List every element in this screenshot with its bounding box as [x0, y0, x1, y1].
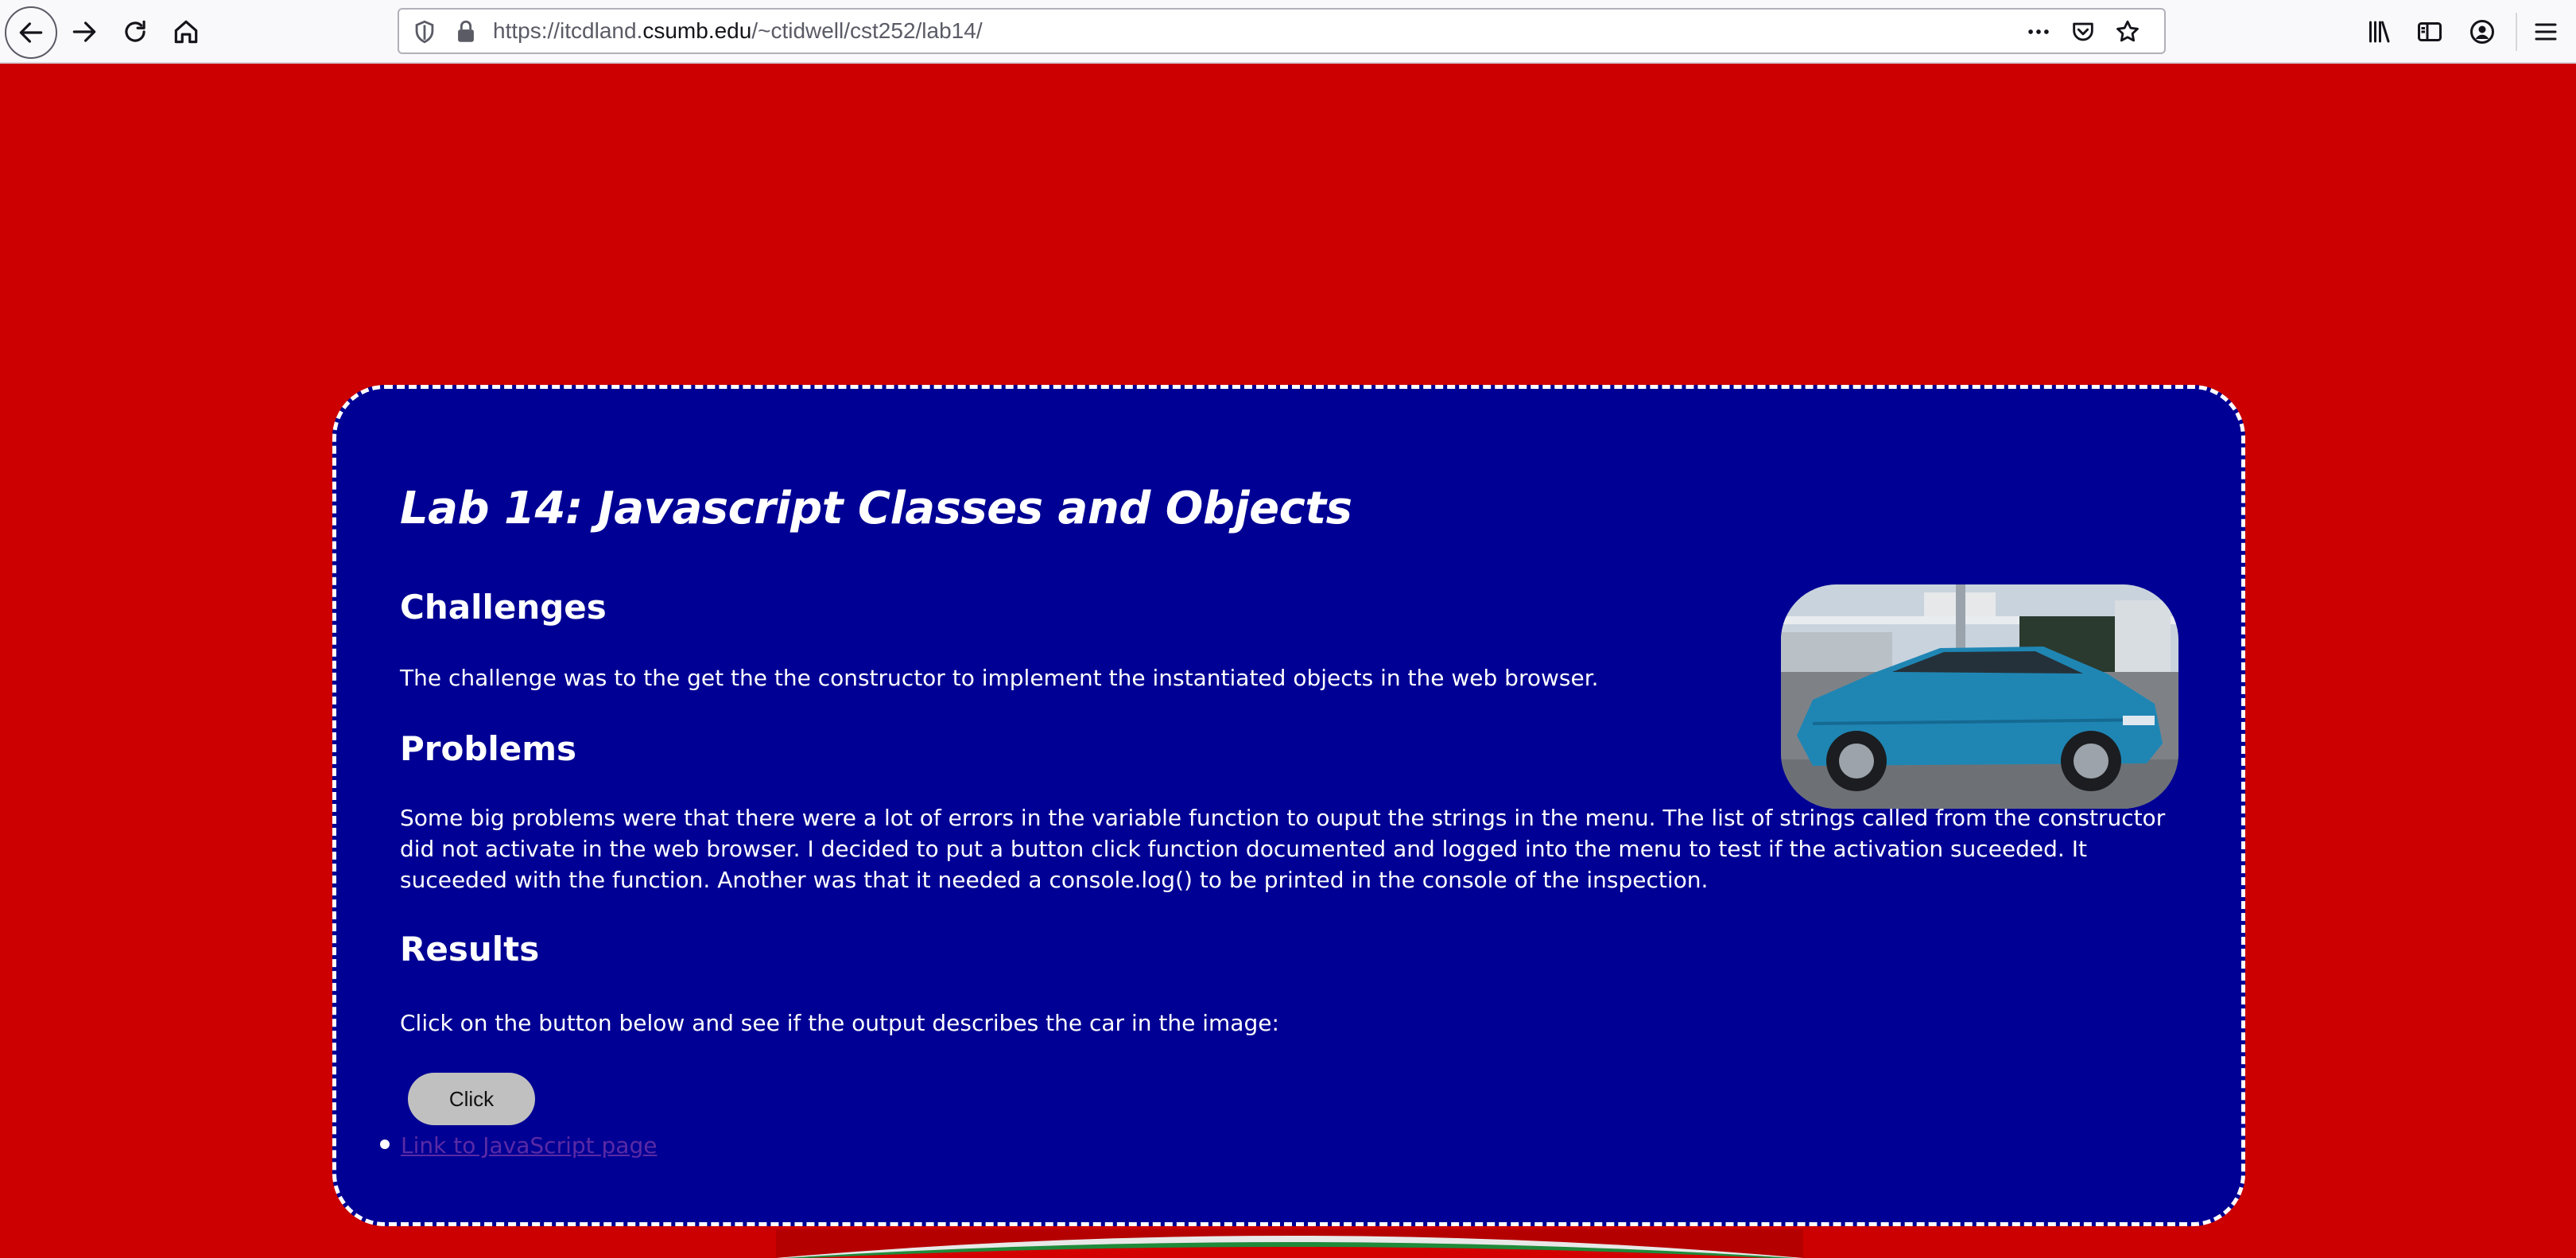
home-icon	[174, 20, 198, 44]
javascript-page-link[interactable]: Link to JavaScript page	[401, 1132, 657, 1159]
content-card: Lab 14: Javascript Classes and Objects C…	[332, 385, 2245, 1226]
browser-toolbar: https://itcdland.csumb.edu/~ctidwell/cst…	[0, 0, 2576, 64]
reload-icon	[125, 20, 145, 42]
car-photo-illustration	[1781, 584, 2178, 809]
pocket-icon[interactable]	[2067, 16, 2099, 48]
more-actions-icon[interactable]	[2023, 16, 2054, 48]
back-arrow-icon	[19, 22, 43, 43]
home-button[interactable]	[161, 6, 211, 57]
page-title: Lab 14: Javascript Classes and Objects	[400, 483, 1352, 534]
bookmark-star-icon[interactable]	[2112, 16, 2143, 48]
problems-text: Some big problems were that there were a…	[400, 805, 2166, 893]
bullet-icon	[380, 1140, 390, 1149]
forward-arrow-icon	[72, 21, 96, 42]
sidebar-icon[interactable]	[2412, 14, 2447, 49]
list-item: Link to JavaScript page	[380, 1130, 657, 1162]
url-domain: csumb.edu	[642, 18, 752, 43]
problems-heading: Problems	[400, 729, 577, 768]
banner-graphic	[776, 1229, 1803, 1258]
results-heading: Results	[400, 930, 540, 969]
hamburger-menu-icon[interactable]	[2528, 14, 2563, 49]
address-bar[interactable]: https://itcdland.csumb.edu/~ctidwell/cst…	[398, 8, 2166, 54]
url-text[interactable]: https://itcdland.csumb.edu/~ctidwell/cst…	[493, 10, 983, 52]
lock-icon[interactable]	[450, 16, 482, 48]
library-icon[interactable]	[2361, 14, 2396, 49]
tracking-shield-icon[interactable]	[409, 16, 440, 48]
toolbar-separator	[2516, 13, 2517, 51]
click-button[interactable]: Click	[408, 1073, 535, 1125]
account-icon[interactable]	[2465, 14, 2500, 49]
challenges-text: The challenge was to the get the the con…	[400, 665, 1599, 691]
url-path: /~ctidwell/cst252/lab14/	[751, 18, 983, 43]
results-text: Click on the button below and see if the…	[400, 1010, 1279, 1036]
url-prefix: https://itcdland.	[493, 18, 643, 43]
reload-button[interactable]	[110, 6, 161, 57]
bottom-banner-image	[776, 1229, 1803, 1258]
car-image	[1781, 584, 2178, 809]
back-button[interactable]	[5, 6, 57, 59]
challenges-heading: Challenges	[400, 588, 607, 627]
forward-button[interactable]	[59, 6, 110, 57]
